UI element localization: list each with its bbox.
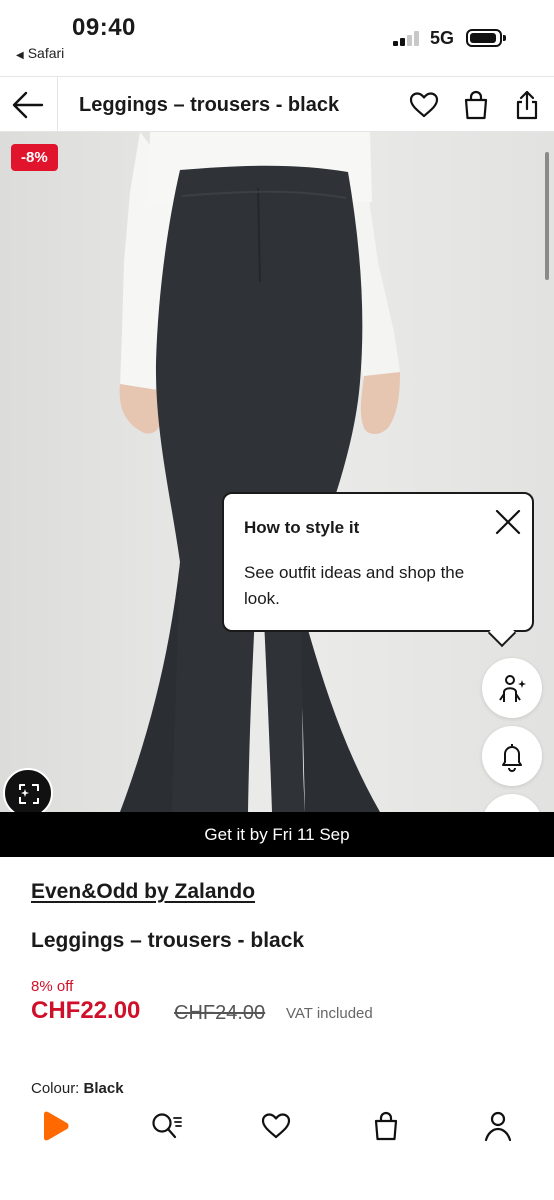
battery-icon [466, 29, 506, 47]
colour-info: Colour: Black [31, 1080, 124, 1097]
wishlist-icon[interactable] [256, 1110, 296, 1146]
bag-icon[interactable] [460, 89, 492, 121]
style-ideas-button[interactable] [482, 658, 542, 718]
profile-icon[interactable] [478, 1110, 518, 1146]
original-price: CHF24.00 [174, 1002, 266, 1024]
visual-search-icon [19, 784, 39, 804]
vat-note: VAT included [286, 1005, 373, 1022]
colour-label: Colour: [31, 1080, 80, 1097]
style-ideas-icon [499, 675, 526, 702]
product-name: Leggings – trousers - black [31, 929, 305, 952]
header-divider [57, 77, 58, 131]
style-tooltip: How to style it See outfit ideas and sho… [222, 492, 534, 648]
status-bar: 09:40 ◀ Safari 5G [0, 0, 554, 76]
colour-value: Black [83, 1080, 124, 1097]
delivery-banner: Get it by Fri 11 Sep [0, 812, 554, 857]
bottom-nav [0, 1096, 554, 1200]
back-triangle-icon: ◀ [16, 50, 24, 61]
bell-icon [502, 744, 522, 772]
notify-button[interactable] [482, 726, 542, 786]
sale-price: CHF22.00 [31, 997, 141, 1024]
signal-icon [393, 30, 423, 46]
product-photo [0, 132, 554, 812]
bag-icon[interactable] [366, 1110, 406, 1146]
brand-link[interactable]: Even&Odd by Zalando [31, 880, 255, 904]
visual-search-button[interactable] [3, 768, 53, 812]
back-app-label: Safari [27, 45, 65, 61]
discount-badge: -8% [11, 144, 58, 171]
share-icon[interactable] [511, 89, 543, 121]
close-icon[interactable] [492, 506, 524, 538]
page-title: Leggings – trousers - black [79, 94, 340, 116]
product-image[interactable]: -8% How to style it See outfit ideas and… [0, 132, 554, 812]
discount-text: 8% off [31, 978, 74, 995]
top-app-bar: Leggings – trousers - black [0, 76, 554, 132]
network-type: 5G [430, 28, 455, 48]
search-icon[interactable] [146, 1110, 186, 1146]
back-arrow-icon[interactable] [10, 87, 46, 123]
tooltip-title: How to style it [244, 518, 360, 537]
status-time: 09:40 [72, 14, 136, 41]
tooltip-body: See outfit ideas and shop the look. [244, 563, 465, 608]
home-icon[interactable] [36, 1110, 76, 1146]
heart-icon[interactable] [408, 89, 440, 121]
image-scrollbar[interactable] [545, 152, 549, 280]
back-to-safari[interactable]: ◀ Safari [16, 45, 64, 61]
